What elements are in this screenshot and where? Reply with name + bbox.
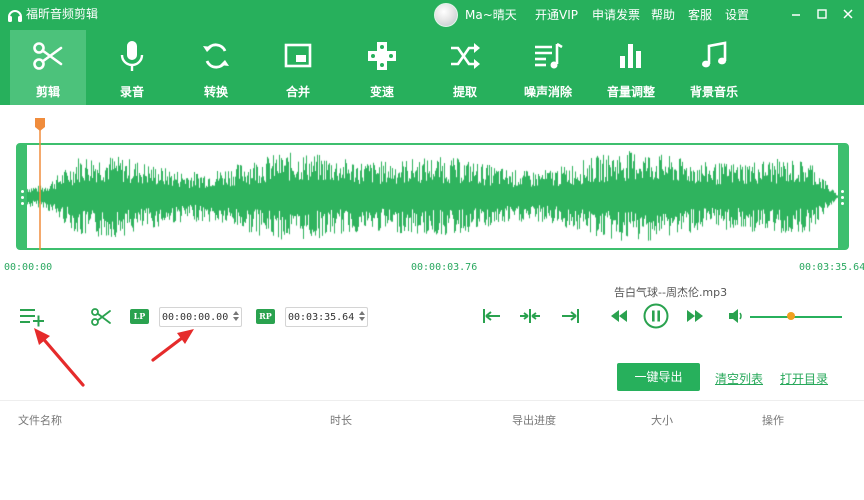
playhead[interactable] [35,118,45,250]
start-time-stepper[interactable] [232,310,239,324]
invoice-link[interactable]: 申请发票 [592,6,640,23]
end-time-stepper[interactable] [358,310,365,324]
open-vip-link[interactable]: 开通VIP [535,6,578,23]
jump-to-start-icon[interactable] [481,305,503,327]
open-directory-link[interactable]: 打开目录 [780,370,828,387]
tool-record-label: 录音 [119,85,144,99]
tool-speed[interactable]: 变速 [344,30,420,105]
column-file-name: 文件名称 [18,414,62,427]
volume-icon[interactable] [726,306,746,326]
timeline-current-label: 00:00:03.76 [411,262,478,273]
timeline-start-label: 00:00:00 [4,262,53,273]
end-time-field[interactable] [285,307,368,327]
jump-to-center-icon[interactable] [519,305,541,327]
tool-background-music[interactable]: 背景音乐 [676,30,752,105]
tool-bar: 剪辑 录音 转换 合并 变速 提取 噪声消除 音量调整 背景音乐 [0,30,864,105]
tool-speed-label: 变速 [369,85,394,99]
service-link[interactable]: 客服 [688,6,712,23]
tool-cut[interactable]: 剪辑 [10,30,86,105]
rp-tag: RP [256,309,275,324]
minimize-icon[interactable] [788,6,804,22]
close-icon[interactable] [840,6,856,22]
split-scissors-icon[interactable] [90,306,112,328]
fast-forward-icon[interactable] [684,305,706,327]
rewind-icon[interactable] [608,305,630,327]
jump-to-end-icon[interactable] [559,305,581,327]
volume-adjust-icon [620,44,641,68]
tool-merge[interactable]: 合并 [260,30,336,105]
tool-noise-reduction[interactable]: 噪声消除 [510,30,586,105]
left-trim-handle[interactable] [18,145,27,248]
tool-convert-label: 转换 [203,85,228,99]
app-logo-icon [8,10,22,22]
scissors-icon [33,42,63,70]
tool-convert[interactable]: 转换 [178,30,254,105]
current-file-name: 告白气球--周杰伦.mp3 [614,286,728,299]
merge-icon [284,43,312,68]
column-duration: 时长 [330,414,352,427]
pause-icon[interactable] [643,303,669,329]
tool-cut-label: 剪辑 [35,85,60,99]
column-operation: 操作 [762,414,784,427]
top-bar: 福昕音频剪辑 Ma~晴天 开通VIP 申请发票 帮助 客服 设置 剪辑 录音 转… [0,0,864,105]
noise-reduction-icon [535,42,563,69]
background-music-icon [702,41,727,68]
volume-slider-knob[interactable] [787,312,795,320]
microphone-icon [120,41,144,71]
timeline-end-label: 00:03:35.64 [799,262,864,273]
start-time-field[interactable] [159,307,242,327]
convert-icon [203,43,229,69]
tool-merge-label: 合并 [285,85,310,99]
settings-link[interactable]: 设置 [725,6,749,23]
start-time-input[interactable] [162,309,228,325]
maximize-icon[interactable] [814,6,830,22]
lp-tag: LP [130,309,149,324]
annotation-arrow [34,328,85,387]
tool-noise-reduction-label: 噪声消除 [523,85,572,99]
title-bar: 福昕音频剪辑 Ma~晴天 开通VIP 申请发票 帮助 客服 设置 [0,0,864,30]
clear-list-link[interactable]: 清空列表 [715,370,763,387]
tool-volume-adjust[interactable]: 音量调整 [593,30,669,105]
annotation-arrow [151,329,194,362]
tool-background-music-label: 背景音乐 [689,85,738,99]
end-time-input[interactable] [288,309,354,325]
volume-slider[interactable] [750,316,842,318]
divider [0,400,864,401]
tool-extract-label: 提取 [452,85,477,99]
extract-icon [451,43,480,69]
waveform-panel[interactable] [16,143,849,250]
waveform[interactable] [27,145,838,248]
avatar[interactable] [434,3,458,27]
column-export-progress: 导出进度 [512,414,556,427]
export-button[interactable]: 一键导出 [617,363,700,391]
right-trim-handle[interactable] [838,145,847,248]
speed-icon [368,42,396,70]
tool-record[interactable]: 录音 [94,30,170,105]
tool-volume-adjust-label: 音量调整 [606,85,655,99]
help-link[interactable]: 帮助 [651,6,675,23]
username[interactable]: Ma~晴天 [465,6,517,23]
tool-extract[interactable]: 提取 [427,30,503,105]
add-file-icon[interactable] [19,307,45,327]
column-size: 大小 [651,414,673,427]
app-title: 福昕音频剪辑 [26,7,99,21]
